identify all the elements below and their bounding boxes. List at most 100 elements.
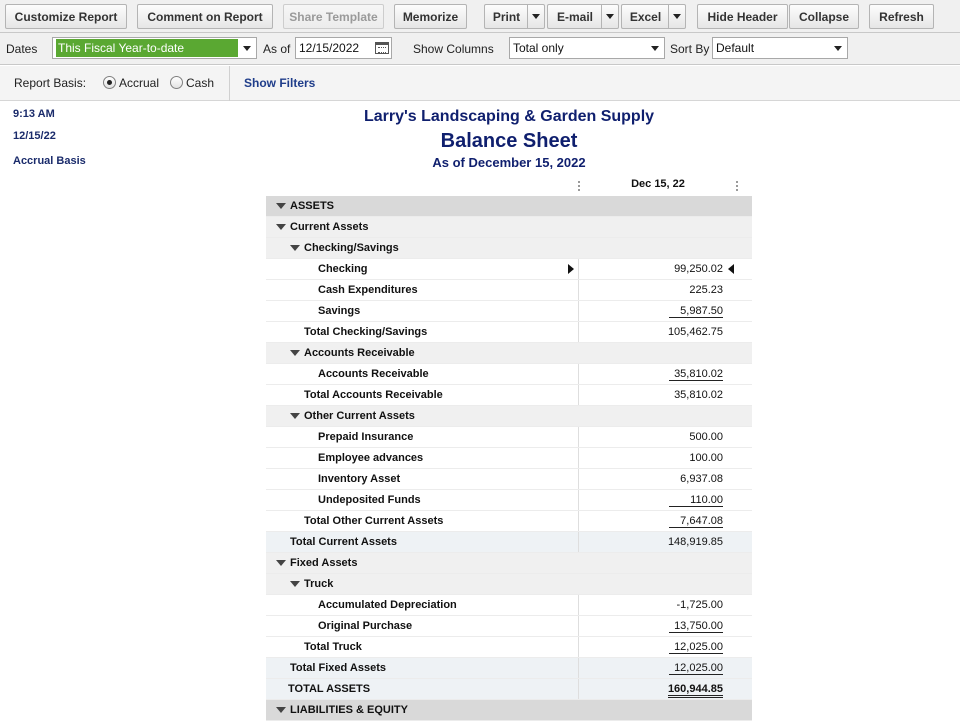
section-row[interactable]: Truck <box>266 574 752 595</box>
row-amount[interactable]: 12,025.00 <box>669 641 723 654</box>
column-resize-handle[interactable] <box>736 181 738 191</box>
row-label: Inventory Asset <box>318 473 401 485</box>
chevron-down-icon <box>646 38 664 58</box>
row-amount[interactable]: 500.00 <box>669 431 723 443</box>
email-button[interactable]: E-mail <box>547 4 602 29</box>
report-time: 9:13 AM <box>13 108 55 120</box>
row-label: Prepaid Insurance <box>318 431 414 443</box>
row-amount[interactable]: 160,944.85 <box>667 683 723 698</box>
dates-dropdown[interactable]: This Fiscal Year-to-date <box>52 37 257 59</box>
chevron-down-icon <box>673 14 681 19</box>
hide-header-button[interactable]: Hide Header <box>697 4 788 29</box>
table-row[interactable]: Prepaid Insurance 500.00 <box>266 427 752 448</box>
row-label: Truck <box>304 578 334 590</box>
print-menu-arrow[interactable] <box>527 4 545 29</box>
row-amount[interactable]: 100.00 <box>669 452 723 464</box>
refresh-button[interactable]: Refresh <box>869 4 934 29</box>
grand-total-row[interactable]: TOTAL ASSETS 160,944.85 <box>266 679 752 700</box>
sort-by-value: Default <box>716 41 755 55</box>
collapse-triangle-icon[interactable] <box>290 413 300 419</box>
row-amount[interactable]: 6,937.08 <box>669 473 723 485</box>
row-amount[interactable]: 13,750.00 <box>669 620 723 633</box>
comment-on-report-button[interactable]: Comment on Report <box>137 4 273 29</box>
row-amount[interactable]: 148,919.85 <box>668 536 723 548</box>
table-row[interactable]: Savings 5,987.50 <box>266 301 752 322</box>
sort-by-dropdown[interactable]: Default <box>712 37 848 59</box>
cash-radio[interactable] <box>170 76 183 89</box>
table-row[interactable]: Accounts Receivable 35,810.02 <box>266 364 752 385</box>
share-template-button[interactable]: Share Template <box>283 4 384 29</box>
row-amount[interactable]: -1,725.00 <box>669 599 723 611</box>
chevron-down-icon <box>606 14 614 19</box>
show-filters-link[interactable]: Show Filters <box>244 76 315 90</box>
collapse-triangle-icon[interactable] <box>276 224 286 230</box>
collapse-triangle-icon[interactable] <box>290 350 300 356</box>
collapse-triangle-icon[interactable] <box>290 245 300 251</box>
section-row[interactable]: Accounts Receivable <box>266 343 752 364</box>
section-row[interactable]: Fixed Assets <box>266 553 752 574</box>
balance-sheet-table: ASSETS Current Assets Checking/Savings C… <box>266 196 752 721</box>
table-row[interactable]: Original Purchase 13,750.00 <box>266 616 752 637</box>
total-row[interactable]: Total Checking/Savings 105,462.75 <box>266 322 752 343</box>
row-amount[interactable]: 12,025.00 <box>669 662 723 675</box>
table-row[interactable]: Undeposited Funds 110.00 <box>266 490 752 511</box>
row-amount[interactable]: 7,647.08 <box>669 515 723 528</box>
row-amount[interactable]: 35,810.02 <box>669 389 723 401</box>
column-header-label[interactable]: Dec 15, 22 <box>578 178 738 190</box>
total-row[interactable]: Total Current Assets 148,919.85 <box>266 532 752 553</box>
section-row[interactable]: Current Assets <box>266 217 752 238</box>
section-row[interactable]: Other Current Assets <box>266 406 752 427</box>
row-label: Total Other Current Assets <box>304 515 444 527</box>
email-menu-arrow[interactable] <box>601 4 619 29</box>
report-basis-bar: Report Basis: Accrual Cash Show Filters <box>0 66 960 101</box>
total-row[interactable]: Total Other Current Assets 7,647.08 <box>266 511 752 532</box>
as-of-date-value: 12/15/2022 <box>299 41 360 55</box>
print-button[interactable]: Print <box>484 4 528 29</box>
calendar-icon[interactable] <box>373 38 391 58</box>
excel-menu-arrow[interactable] <box>668 4 686 29</box>
total-row[interactable]: Total Accounts Receivable 35,810.02 <box>266 385 752 406</box>
row-label: Savings <box>318 305 361 317</box>
excel-button[interactable]: Excel <box>621 4 669 29</box>
row-label: ASSETS <box>290 200 335 212</box>
row-label: Cash Expenditures <box>318 284 418 296</box>
row-amount[interactable]: 5,987.50 <box>669 305 723 318</box>
row-amount[interactable]: 105,462.75 <box>668 326 723 338</box>
section-row[interactable]: Checking/Savings <box>266 238 752 259</box>
show-columns-dropdown[interactable]: Total only <box>509 37 665 59</box>
total-row[interactable]: Total Fixed Assets 12,025.00 <box>266 658 752 679</box>
dates-label: Dates <box>6 42 38 56</box>
section-row[interactable]: LIABILITIES & EQUITY <box>266 700 752 721</box>
row-label: Fixed Assets <box>290 557 358 569</box>
row-amount[interactable]: 35,810.02 <box>669 368 723 381</box>
as-of-label: As of <box>263 42 291 56</box>
collapse-button[interactable]: Collapse <box>789 4 859 29</box>
chevron-down-icon <box>829 38 847 58</box>
collapse-triangle-icon[interactable] <box>290 581 300 587</box>
row-label: Total Accounts Receivable <box>304 389 443 401</box>
table-row[interactable]: Checking 99,250.02 <box>266 259 752 280</box>
dates-value: This Fiscal Year-to-date <box>56 39 238 57</box>
table-row[interactable]: Accumulated Depreciation -1,725.00 <box>266 595 752 616</box>
table-row[interactable]: Inventory Asset 6,937.08 <box>266 469 752 490</box>
collapse-triangle-icon[interactable] <box>276 203 286 209</box>
report-filter-bar: Dates This Fiscal Year-to-date As of 12/… <box>0 33 960 65</box>
row-label: Accumulated Depreciation <box>318 599 457 611</box>
row-amount[interactable]: 110.00 <box>669 494 723 507</box>
as-of-date-field[interactable]: 12/15/2022 <box>295 37 392 59</box>
memorize-button[interactable]: Memorize <box>394 4 467 29</box>
row-label: Employee advances <box>318 452 424 464</box>
accrual-radio-label[interactable]: Accrual <box>119 76 159 90</box>
cash-radio-label[interactable]: Cash <box>186 76 214 90</box>
row-label: Total Checking/Savings <box>304 326 428 338</box>
customize-report-button[interactable]: Customize Report <box>5 4 127 29</box>
total-row[interactable]: Total Truck 12,025.00 <box>266 637 752 658</box>
row-amount[interactable]: 225.23 <box>669 284 723 296</box>
row-amount[interactable]: 99,250.02 <box>669 263 723 275</box>
row-marker-right-icon <box>568 264 574 274</box>
table-row[interactable]: Cash Expenditures 225.23 <box>266 280 752 301</box>
section-row[interactable]: ASSETS <box>266 196 752 217</box>
collapse-triangle-icon[interactable] <box>276 560 286 566</box>
accrual-radio[interactable] <box>103 76 116 89</box>
table-row[interactable]: Employee advances 100.00 <box>266 448 752 469</box>
